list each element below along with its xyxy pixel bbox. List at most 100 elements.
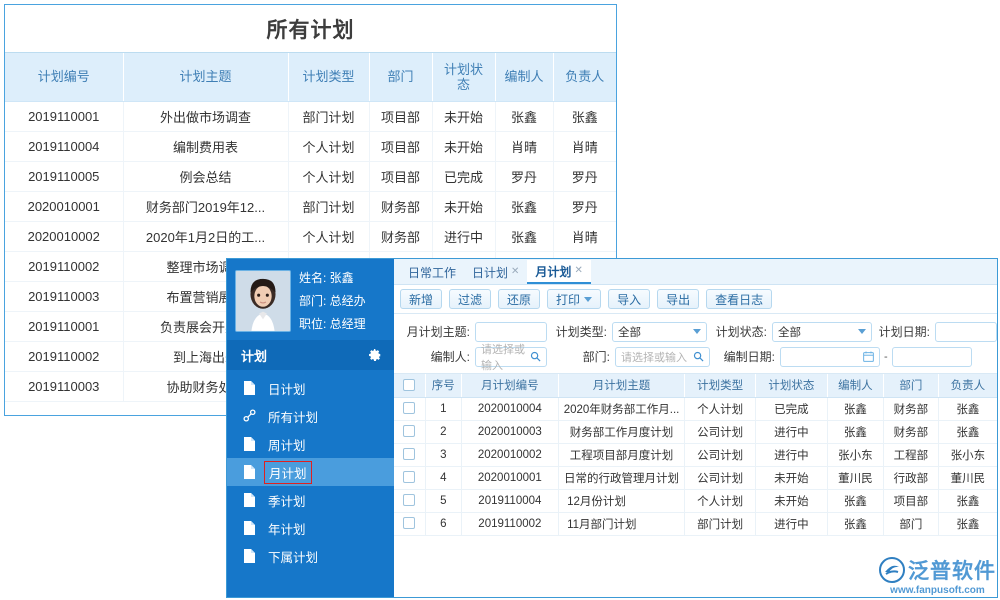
sidebar-item-subordinate-plan[interactable]: 下属计划	[227, 542, 394, 570]
col-seq[interactable]: 序号	[425, 374, 461, 397]
cell-subject[interactable]: 11月部门计划	[559, 512, 685, 535]
author-input[interactable]: 请选择或输入	[475, 347, 547, 367]
print-button[interactable]: 打印	[547, 289, 601, 309]
document-icon	[243, 437, 256, 451]
close-icon[interactable]: ✕	[511, 267, 519, 277]
row-checkbox-cell[interactable]	[394, 420, 425, 443]
col-month-plan-subject[interactable]: 月计划主题	[559, 374, 685, 397]
row-checkbox-cell[interactable]	[394, 443, 425, 466]
tab-daily-work[interactable]: 日常工作	[400, 260, 464, 284]
subject-input[interactable]	[475, 322, 547, 342]
table-row[interactable]: 3 2020010002 工程项目部月度计划 公司计划 进行中 张小东 工程部 …	[394, 443, 997, 466]
table-row[interactable]: 2019110001 外出做市场调查 部门计划 项目部 未开始 张鑫 张鑫	[5, 101, 616, 131]
cell-subject[interactable]: 2020年财务部工作月...	[559, 397, 685, 420]
cell-author[interactable]: 张小东	[827, 443, 884, 466]
cell-owner[interactable]: 张鑫	[938, 512, 997, 535]
col-plan-subject[interactable]: 计划主题	[123, 53, 288, 101]
col-month-plan-code[interactable]: 月计划编号	[461, 374, 559, 397]
cell-owner[interactable]: 张鑫	[938, 397, 997, 420]
col-select-all[interactable]	[394, 374, 425, 397]
sidebar-item-weekly-plan[interactable]: 周计划	[227, 430, 394, 458]
sidebar-item-quarterly-plan[interactable]: 季计划	[227, 486, 394, 514]
col-owner[interactable]: 负责人	[553, 53, 616, 101]
search-icon[interactable]	[693, 351, 704, 362]
row-checkbox-cell[interactable]	[394, 512, 425, 535]
cell-author[interactable]: 张鑫	[827, 512, 884, 535]
cell-code[interactable]: 2019110002	[461, 512, 559, 535]
import-button[interactable]: 导入	[608, 289, 650, 309]
col-plan-code[interactable]: 计划编号	[5, 53, 123, 101]
table-row[interactable]: 2 2020010003 财务部工作月度计划 公司计划 进行中 张鑫 财务部 张…	[394, 420, 997, 443]
table-row[interactable]: 2019110004 编制费用表 个人计划 项目部 未开始 肖晴 肖晴	[5, 131, 616, 161]
tab-monthly-plan[interactable]: 月计划 ✕	[527, 260, 590, 284]
col-department[interactable]: 部门	[884, 374, 939, 397]
row-checkbox-cell[interactable]	[394, 489, 425, 512]
table-row[interactable]: 4 2020010001 日常的行政管理月计划 公司计划 未开始 董川民 行政部…	[394, 466, 997, 489]
row-checkbox[interactable]	[403, 471, 415, 483]
add-button[interactable]: 新增	[400, 289, 442, 309]
sidebar-item-label: 季计划	[264, 490, 310, 511]
sidebar-item-daily-plan[interactable]: 日计划	[227, 374, 394, 402]
cell-owner[interactable]: 张鑫	[938, 489, 997, 512]
sidebar-item-monthly-plan[interactable]: 月计划	[227, 458, 394, 486]
cell-subject[interactable]: 财务部工作月度计划	[559, 420, 685, 443]
calendar-icon[interactable]	[863, 351, 874, 362]
search-icon[interactable]	[530, 351, 541, 362]
cell-owner[interactable]: 张鑫	[938, 420, 997, 443]
cell-author[interactable]: 张鑫	[827, 397, 884, 420]
close-icon[interactable]: ✕	[574, 266, 582, 276]
cell-author[interactable]: 张鑫	[827, 420, 884, 443]
tab-daily-plan[interactable]: 日计划 ✕	[464, 260, 527, 284]
plan-date-input[interactable]	[935, 322, 997, 342]
sidebar-menu: 日计划 所有计划 周计划	[227, 370, 394, 597]
col-owner[interactable]: 负责人	[938, 374, 997, 397]
row-checkbox-cell[interactable]	[394, 466, 425, 489]
cell-code[interactable]: 2019110004	[461, 489, 559, 512]
plan-type-select[interactable]: 全部	[612, 322, 707, 342]
col-department[interactable]: 部门	[369, 53, 432, 101]
cell-code[interactable]: 2020010002	[461, 443, 559, 466]
col-author[interactable]: 编制人	[827, 374, 884, 397]
cell-subject[interactable]: 12月份计划	[559, 489, 685, 512]
table-row[interactable]: 2020010001 财务部门2019年12... 部门计划 财务部 未开始 张…	[5, 191, 616, 221]
plan-status-select[interactable]: 全部	[772, 322, 872, 342]
table-row[interactable]: 2020010002 2020年1月2日的工... 个人计划 财务部 进行中 张…	[5, 221, 616, 251]
all-plans-header-row: 计划编号 计划主题 计划类型 部门 计划状态 编制人 负责人	[5, 53, 616, 101]
cell-author[interactable]: 董川民	[827, 466, 884, 489]
row-checkbox[interactable]	[403, 517, 415, 529]
col-plan-status[interactable]: 计划状态	[756, 374, 827, 397]
department-input[interactable]: 请选择或输入	[615, 347, 710, 367]
table-row[interactable]: 5 2019110004 12月份计划 个人计划 未开始 张鑫 项目部 张鑫	[394, 489, 997, 512]
cell-type: 公司计划	[684, 420, 755, 443]
table-row[interactable]: 2019110005 例会总结 个人计划 项目部 已完成 罗丹 罗丹	[5, 161, 616, 191]
row-checkbox[interactable]	[403, 425, 415, 437]
row-checkbox[interactable]	[403, 494, 415, 506]
row-checkbox-cell[interactable]	[394, 397, 425, 420]
cell-code[interactable]: 2020010001	[461, 466, 559, 489]
cell-code[interactable]: 2020010003	[461, 420, 559, 443]
cell-code[interactable]: 2020010004	[461, 397, 559, 420]
col-plan-type[interactable]: 计划类型	[288, 53, 369, 101]
col-plan-type[interactable]: 计划类型	[684, 374, 755, 397]
select-all-checkbox[interactable]	[403, 379, 415, 391]
cell-owner[interactable]: 董川民	[938, 466, 997, 489]
make-date-from-input[interactable]	[780, 347, 880, 367]
filter-button[interactable]: 过滤	[449, 289, 491, 309]
gear-icon[interactable]	[368, 348, 382, 362]
cell-subject[interactable]: 工程项目部月度计划	[559, 443, 685, 466]
sidebar-item-all-plans[interactable]: 所有计划	[227, 402, 394, 430]
view-log-button[interactable]: 查看日志	[706, 289, 772, 309]
col-author[interactable]: 编制人	[495, 53, 553, 101]
export-button[interactable]: 导出	[657, 289, 699, 309]
sidebar-item-yearly-plan[interactable]: 年计划	[227, 514, 394, 542]
row-checkbox[interactable]	[403, 402, 415, 414]
cell-subject[interactable]: 日常的行政管理月计划	[559, 466, 685, 489]
table-row[interactable]: 1 2020010004 2020年财务部工作月... 个人计划 已完成 张鑫 …	[394, 397, 997, 420]
make-date-to-input[interactable]	[892, 347, 972, 367]
cell-author[interactable]: 张鑫	[827, 489, 884, 512]
cell-subject: 2020年1月2日的工...	[123, 221, 288, 251]
row-checkbox[interactable]	[403, 448, 415, 460]
cell-owner[interactable]: 张小东	[938, 443, 997, 466]
restore-button[interactable]: 还原	[498, 289, 540, 309]
table-row[interactable]: 6 2019110002 11月部门计划 部门计划 进行中 张鑫 部门 张鑫	[394, 512, 997, 535]
